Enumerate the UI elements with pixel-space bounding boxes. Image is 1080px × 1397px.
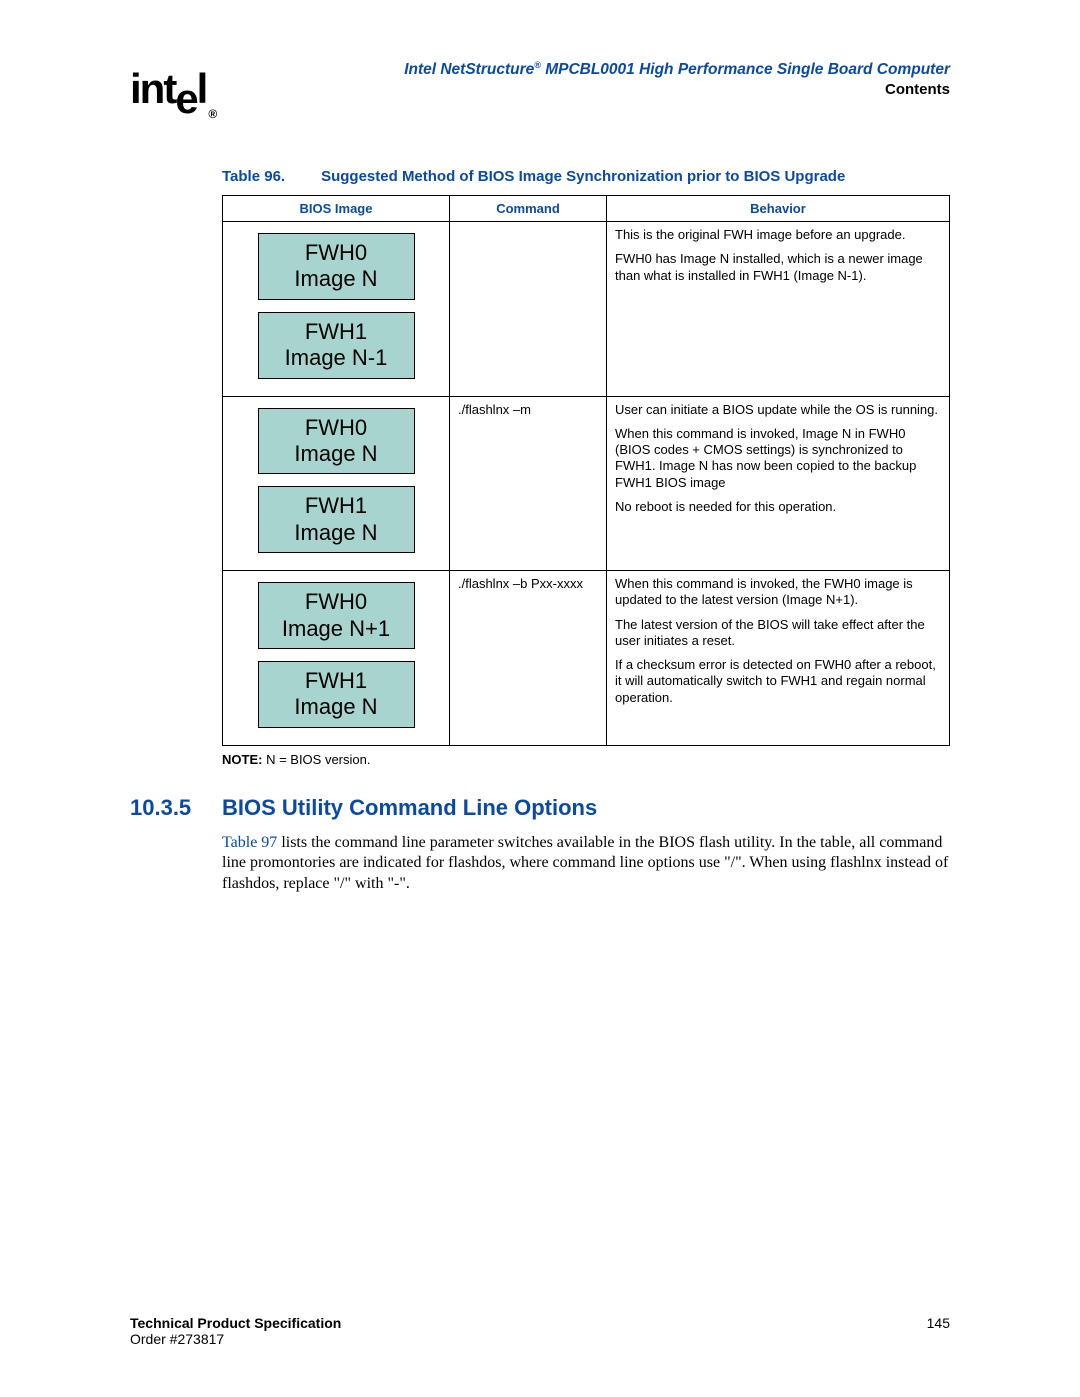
note-label: NOTE: — [222, 752, 262, 767]
document-title: Intel NetStructure® MPCBL0001 High Perfo… — [213, 60, 950, 79]
behavior-text: The latest version of the BIOS will take… — [615, 617, 941, 650]
paragraph-text: lists the command line parameter switche… — [222, 834, 948, 893]
fwh-label: FWH1 — [259, 319, 414, 345]
cell-behavior: This is the original FWH image before an… — [607, 222, 950, 397]
behavior-text: FWH0 has Image N installed, which is a n… — [615, 251, 941, 284]
section-heading: 10.3.5BIOS Utility Command Line Options — [130, 795, 950, 821]
cell-command — [450, 222, 607, 397]
section-paragraph: Table 97 lists the command line paramete… — [222, 833, 950, 895]
behavior-text: If a checksum error is detected on FWH0 … — [615, 657, 941, 706]
contents-link[interactable]: Contents — [213, 81, 950, 98]
table-header-row: BIOS Image Command Behavior — [223, 196, 950, 222]
footer-spec-title: Technical Product Specification — [130, 1315, 341, 1331]
doc-title-prefix: Intel NetStructure — [404, 61, 534, 78]
th-command: Command — [450, 196, 607, 222]
fwh-label: FWH0 — [259, 415, 414, 441]
fwh-image: Image N — [259, 520, 414, 546]
fwh-label: FWH1 — [259, 493, 414, 519]
fwh-box: FWH0 Image N — [258, 233, 415, 300]
cell-bios-image: FWH0 Image N FWH1 Image N-1 — [223, 222, 450, 397]
registered-mark-sup: ® — [534, 60, 541, 70]
registered-mark: ® — [208, 107, 215, 121]
fwh-box: FWH0 Image N+1 — [258, 582, 415, 649]
cell-command: ./flashlnx –m — [450, 396, 607, 571]
intel-logo: intel® — [130, 65, 213, 113]
table-section: Table 96. Suggested Method of BIOS Image … — [222, 168, 950, 767]
footer-left: Technical Product Specification Order #2… — [130, 1315, 341, 1347]
fwh-image: Image N-1 — [259, 345, 414, 371]
fwh-box: FWH1 Image N — [258, 486, 415, 553]
table-note: NOTE: N = BIOS version. — [222, 752, 950, 767]
behavior-text: When this command is invoked, the FWH0 i… — [615, 576, 941, 609]
cell-behavior: User can initiate a BIOS update while th… — [607, 396, 950, 571]
fwh-label: FWH0 — [259, 240, 414, 266]
th-bios-image: BIOS Image — [223, 196, 450, 222]
table-xref-link[interactable]: Table 97 — [222, 834, 277, 851]
doc-title-suffix: MPCBL0001 High Performance Single Board … — [541, 61, 950, 78]
cell-behavior: When this command is invoked, the FWH0 i… — [607, 571, 950, 746]
cell-command: ./flashlnx –b Pxx-xxxx — [450, 571, 607, 746]
behavior-text: User can initiate a BIOS update while th… — [615, 402, 941, 418]
table-row: FWH0 Image N FWH1 Image N ./flashlnx –m … — [223, 396, 950, 571]
fwh-image: Image N — [259, 694, 414, 720]
bios-sync-table: BIOS Image Command Behavior FWH0 Image N… — [222, 195, 950, 746]
table-row: FWH0 Image N+1 FWH1 Image N ./flashlnx –… — [223, 571, 950, 746]
section-title: BIOS Utility Command Line Options — [222, 795, 597, 820]
cell-bios-image: FWH0 Image N FWH1 Image N — [223, 396, 450, 571]
table-number: Table 96. — [222, 168, 285, 185]
fwh-box: FWH1 Image N — [258, 661, 415, 728]
footer-order-number: Order #273817 — [130, 1331, 341, 1347]
header-text-block: Intel NetStructure® MPCBL0001 High Perfo… — [213, 60, 950, 98]
table-caption: Table 96. Suggested Method of BIOS Image … — [222, 168, 950, 185]
fwh-label: FWH0 — [259, 589, 414, 615]
table-title: Suggested Method of BIOS Image Synchroni… — [321, 168, 845, 185]
behavior-text: When this command is invoked, Image N in… — [615, 426, 941, 491]
page: intel® Intel NetStructure® MPCBL0001 Hig… — [0, 0, 1080, 1397]
page-footer: Technical Product Specification Order #2… — [130, 1315, 950, 1347]
behavior-text: No reboot is needed for this operation. — [615, 499, 941, 515]
th-behavior: Behavior — [607, 196, 950, 222]
cell-bios-image: FWH0 Image N+1 FWH1 Image N — [223, 571, 450, 746]
fwh-label: FWH1 — [259, 668, 414, 694]
fwh-image: Image N — [259, 441, 414, 467]
fwh-image: Image N+1 — [259, 616, 414, 642]
footer-page-number: 145 — [927, 1315, 950, 1347]
fwh-box: FWH1 Image N-1 — [258, 312, 415, 379]
table-row: FWH0 Image N FWH1 Image N-1 This is the … — [223, 222, 950, 397]
note-text: N = BIOS version. — [262, 752, 370, 767]
fwh-image: Image N — [259, 266, 414, 292]
section-number: 10.3.5 — [130, 795, 222, 821]
behavior-text: This is the original FWH image before an… — [615, 227, 941, 243]
fwh-box: FWH0 Image N — [258, 408, 415, 475]
page-header: intel® Intel NetStructure® MPCBL0001 Hig… — [130, 60, 950, 108]
